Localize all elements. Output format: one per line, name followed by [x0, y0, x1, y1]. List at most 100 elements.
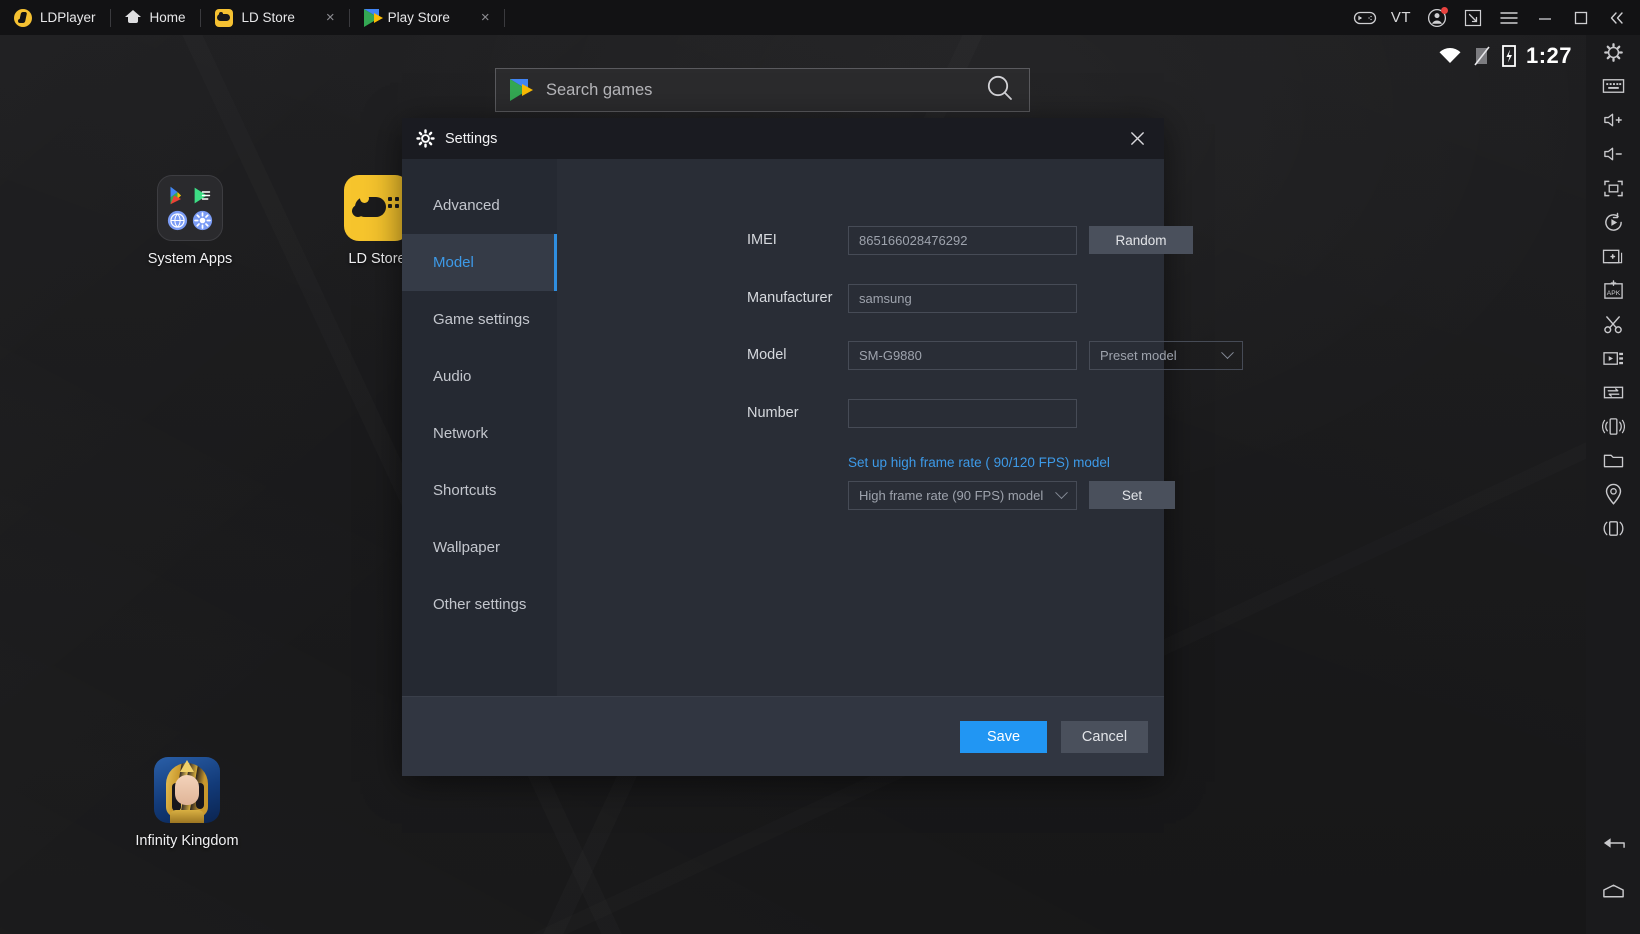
search-icon[interactable] [985, 73, 1015, 108]
google-play-icon [510, 79, 528, 101]
number-label: Number [747, 405, 799, 421]
resize-icon[interactable] [1456, 0, 1490, 35]
collapse-icon[interactable] [1600, 0, 1634, 35]
system-apps-folder-icon [157, 175, 223, 241]
cancel-button[interactable]: Cancel [1061, 721, 1148, 753]
virtual-device-icon[interactable] [1586, 511, 1640, 545]
dialog-body: Advanced Model Game settings Audio Netwo… [402, 159, 1164, 696]
emulator-sidebar: APK [1586, 35, 1640, 934]
play-store-search-bar[interactable]: Search games [495, 68, 1030, 112]
google-play-icon [364, 9, 379, 27]
settings-panel-model: IMEI 865166028476292 Random Manufacturer… [557, 159, 1164, 696]
ldplayer-logo-icon [14, 9, 32, 27]
back-icon[interactable] [1586, 826, 1640, 860]
install-apk-icon[interactable]: APK [1586, 273, 1640, 307]
settings-mini-icon [192, 210, 213, 231]
infinity-kingdom-icon [154, 757, 220, 823]
save-button[interactable]: Save [960, 721, 1047, 753]
ld-store-icon [215, 9, 233, 27]
sidebar-item-wallpaper[interactable]: Wallpaper [402, 519, 557, 576]
sidebar-item-audio[interactable]: Audio [402, 348, 557, 405]
tab-home[interactable]: Home [111, 0, 200, 35]
search-input[interactable]: Search games [546, 81, 652, 100]
menu-icon[interactable] [1492, 0, 1526, 35]
tab-label: Play Store [388, 10, 450, 25]
sidebar-item-network[interactable]: Network [402, 405, 557, 462]
gamepad-icon[interactable] [1348, 0, 1382, 35]
dialog-title: Settings [445, 131, 497, 147]
volume-down-icon[interactable] [1586, 137, 1640, 171]
sidebar-item-advanced[interactable]: Advanced [402, 177, 557, 234]
shared-folder-icon[interactable] [1586, 375, 1640, 409]
sidebar-item-model[interactable]: Model [402, 234, 557, 291]
google-play-mini-icon [167, 185, 188, 206]
high-frame-rate-hint[interactable]: Set up high frame rate ( 90/120 FPS) mod… [848, 455, 1110, 470]
location-icon[interactable] [1586, 477, 1640, 511]
account-icon[interactable] [1420, 0, 1454, 35]
scissors-icon[interactable] [1586, 307, 1640, 341]
dialog-footer: Save Cancel [402, 696, 1164, 776]
maximize-icon[interactable] [1564, 0, 1598, 35]
fullscreen-icon[interactable] [1586, 171, 1640, 205]
shake-icon[interactable] [1586, 409, 1640, 443]
rotate-icon[interactable] [1586, 205, 1640, 239]
browser-mini-icon [167, 210, 188, 231]
preset-model-value: Preset model [1100, 348, 1177, 363]
imei-field[interactable]: 865166028476292 [848, 226, 1077, 255]
frame-rate-value: High frame rate (90 FPS) model [859, 488, 1043, 503]
volume-up-icon[interactable] [1586, 103, 1640, 137]
minimize-icon[interactable] [1528, 0, 1562, 35]
tab-play-store[interactable]: Play Store × [350, 0, 504, 35]
app-label: System Apps [115, 251, 265, 267]
home-nav-icon[interactable] [1586, 874, 1640, 908]
tab-label: Home [150, 10, 186, 25]
keyboard-icon[interactable] [1586, 69, 1640, 103]
frame-rate-select[interactable]: High frame rate (90 FPS) model [848, 481, 1077, 510]
app-label: Infinity Kingdom [112, 833, 262, 849]
preset-model-select[interactable]: Preset model [1089, 341, 1243, 370]
vt-icon[interactable]: VT [1384, 0, 1418, 35]
window-titlebar: LDPlayer Home LD Store × Play Store × VT [0, 0, 1640, 35]
tab-close-icon[interactable]: × [326, 10, 335, 25]
random-imei-button[interactable]: Random [1089, 226, 1193, 254]
desktop-app-system-apps[interactable]: System Apps [115, 175, 265, 267]
notification-badge [1441, 7, 1448, 14]
sidebar-item-other-settings[interactable]: Other settings [402, 576, 557, 633]
nav-label: Wallpaper [433, 539, 500, 556]
form-row-imei: IMEI 865166028476292 Random [557, 225, 1164, 255]
nav-label: Network [433, 425, 488, 442]
video-record-icon[interactable] [1586, 341, 1640, 375]
dialog-titlebar: Settings [402, 118, 1164, 159]
app-root: LDPlayer Home LD Store × Play Store × VT [0, 0, 1640, 934]
folder-icon[interactable] [1586, 443, 1640, 477]
manufacturer-field[interactable]: samsung [848, 284, 1077, 313]
tab-close-icon[interactable]: × [481, 10, 490, 25]
settings-gear-icon[interactable] [1586, 35, 1640, 69]
chevron-down-icon [1221, 346, 1234, 359]
add-instance-icon[interactable] [1586, 239, 1640, 273]
settings-dialog: Settings Advanced Model Game settings Au… [402, 118, 1164, 776]
tab-label: LD Store [242, 10, 295, 25]
status-time: 1:27 [1526, 43, 1572, 69]
sidebar-item-game-settings[interactable]: Game settings [402, 291, 557, 348]
form-row-model: Model SM-G9880 Preset model [557, 340, 1164, 370]
desktop-app-infinity-kingdom[interactable]: Infinity Kingdom [112, 757, 262, 849]
close-icon[interactable] [1124, 126, 1150, 152]
settings-nav: Advanced Model Game settings Audio Netwo… [402, 159, 557, 696]
sidebar-item-shortcuts[interactable]: Shortcuts [402, 462, 557, 519]
number-field[interactable] [848, 399, 1077, 428]
nav-label: Game settings [433, 311, 530, 328]
form-row-number: Number [557, 398, 1164, 428]
tab-ld-store[interactable]: LD Store × [201, 0, 349, 35]
nav-label: Audio [433, 368, 471, 385]
vt-label: VT [1391, 9, 1411, 26]
model-field[interactable]: SM-G9880 [848, 341, 1077, 370]
svg-text:APK: APK [1606, 289, 1620, 296]
home-icon [125, 10, 141, 25]
imei-label: IMEI [747, 232, 777, 248]
manufacturer-label: Manufacturer [747, 290, 832, 306]
ld-store-icon [344, 175, 410, 241]
gear-icon [416, 129, 435, 148]
model-label: Model [747, 347, 787, 363]
set-frame-rate-button[interactable]: Set [1089, 481, 1175, 509]
